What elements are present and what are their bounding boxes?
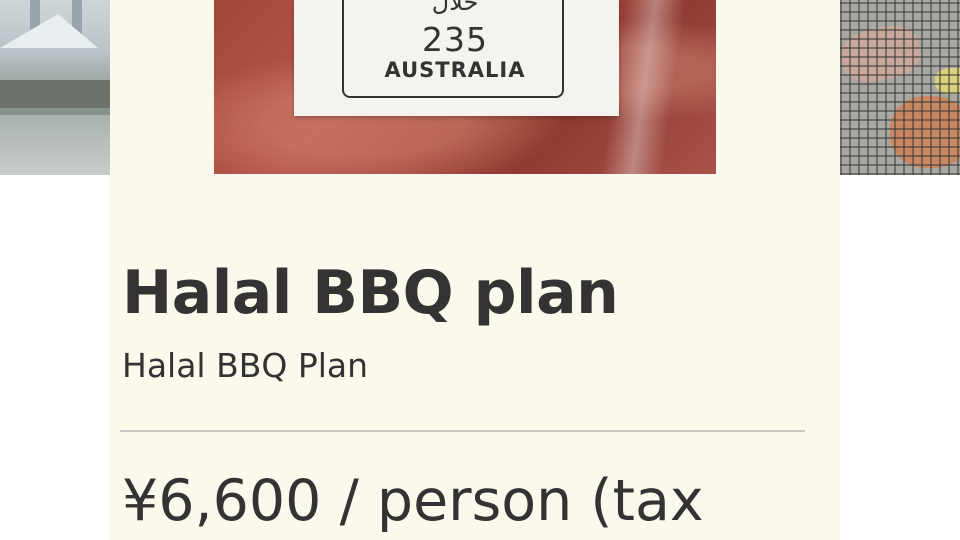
stamp-country: AUSTRALIA bbox=[384, 58, 526, 82]
halal-stamp: حلال 235 AUSTRALIA bbox=[342, 0, 564, 98]
divider bbox=[120, 430, 805, 432]
stamp-script: حلال bbox=[431, 0, 479, 16]
plan-subtitle: Halal BBQ Plan bbox=[122, 346, 369, 385]
halal-meat-photo: حلال 235 AUSTRALIA bbox=[214, 0, 716, 174]
stamp-number: 235 bbox=[422, 20, 488, 59]
halal-label: حلال 235 AUSTRALIA bbox=[294, 0, 619, 116]
plan-price: ¥6,600 / person (tax bbox=[122, 468, 704, 534]
background-photo-riverside bbox=[0, 0, 112, 175]
plan-card: حلال 235 AUSTRALIA Halal BBQ plan Halal … bbox=[110, 0, 840, 540]
background-photo-grill bbox=[840, 0, 960, 175]
plan-title: Halal BBQ plan bbox=[122, 258, 619, 328]
